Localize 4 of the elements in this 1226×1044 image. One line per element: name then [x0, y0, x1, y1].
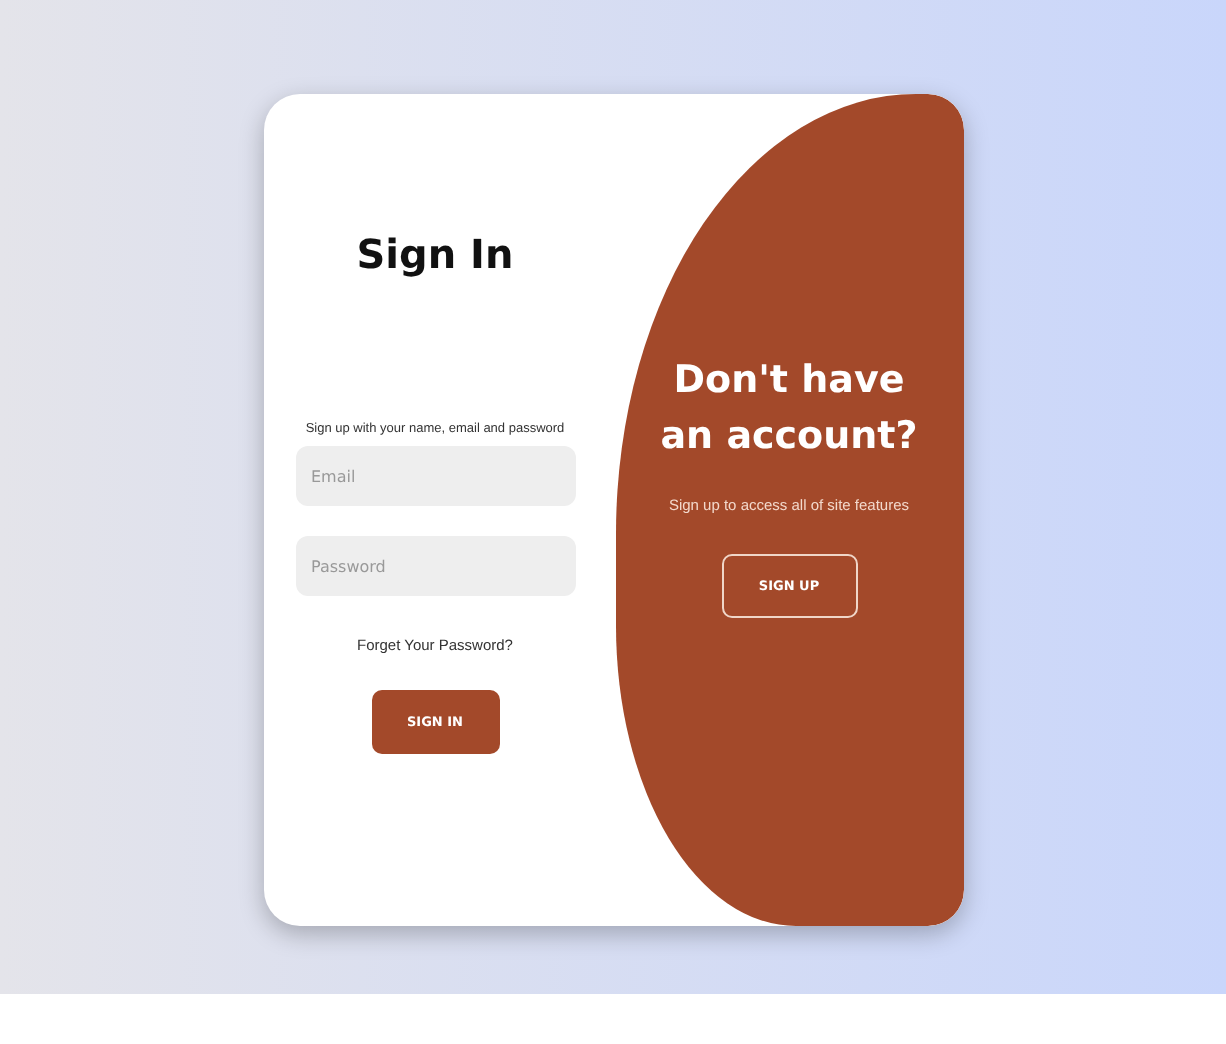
- sign-in-title: Sign In: [356, 230, 514, 278]
- sign-up-heading: Don't have an account?: [659, 356, 919, 462]
- email-field[interactable]: Email: [295, 446, 575, 506]
- password-field[interactable]: Password: [295, 536, 575, 596]
